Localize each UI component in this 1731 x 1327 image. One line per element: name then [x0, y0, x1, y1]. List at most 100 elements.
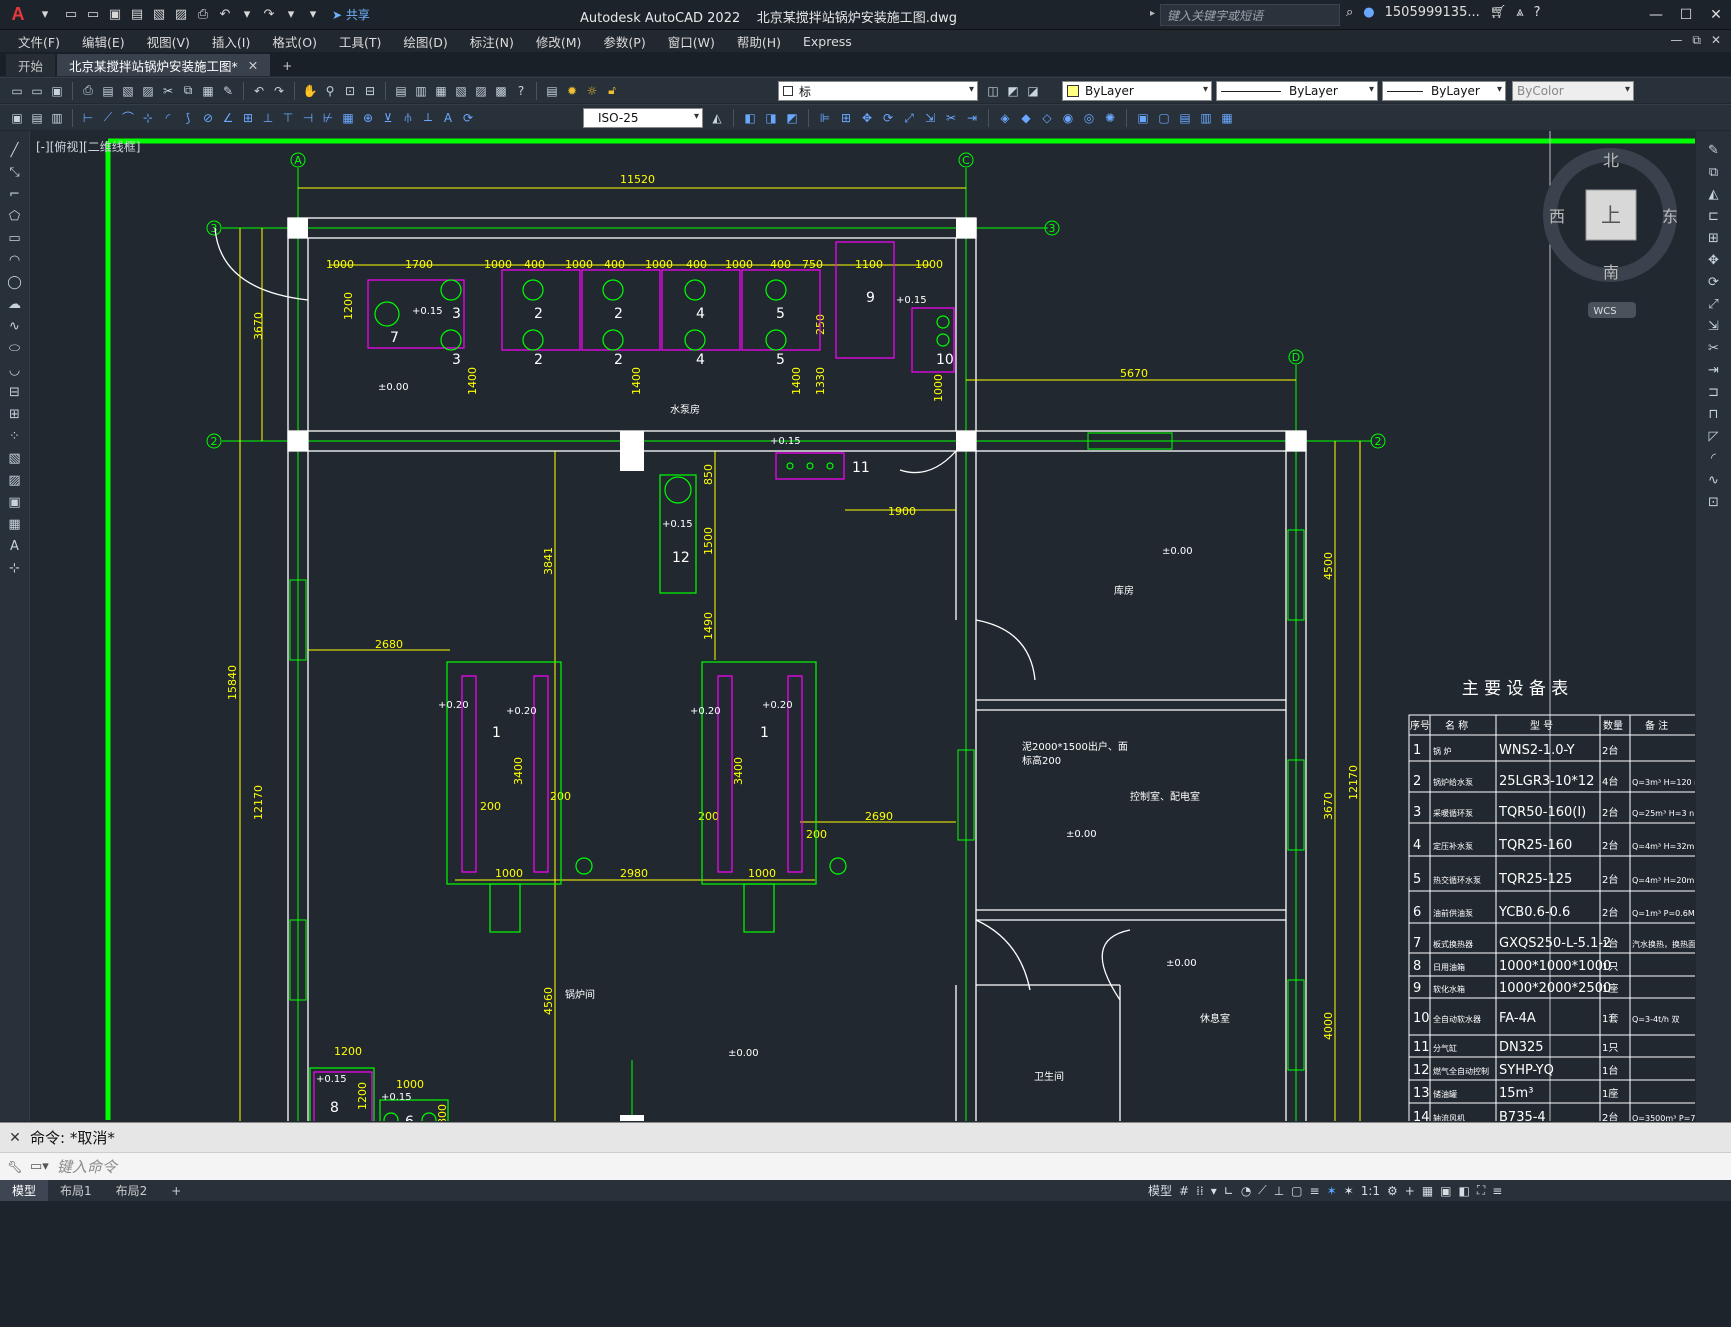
menu-edit[interactable]: 编辑(E) — [82, 32, 125, 51]
menu-format[interactable]: 格式(O) — [272, 32, 317, 51]
share-button[interactable]: ➤ 共享 — [332, 6, 370, 23]
array-icon[interactable]: ⊞ — [837, 109, 855, 127]
jogged-linear-icon[interactable]: ⫛ — [399, 109, 417, 127]
lineweight-icon[interactable]: ≡ — [1310, 1184, 1320, 1198]
sun-icon[interactable]: ☼ — [583, 82, 601, 100]
ortho-icon[interactable]: ∟ — [1224, 1184, 1234, 1198]
customize-icon[interactable]: ▾ — [304, 6, 322, 24]
line-icon[interactable]: ╱ — [5, 141, 25, 159]
help-icon[interactable]: ? — [512, 82, 530, 100]
preview-icon[interactable]: ▤ — [99, 82, 117, 100]
menu-help[interactable]: 帮助(H) — [737, 32, 781, 51]
make-current-icon[interactable]: ◫ — [984, 82, 1002, 100]
radius-icon[interactable]: ◜ — [159, 109, 177, 127]
snap-icon[interactable]: ⁞⁞ — [1196, 1184, 1204, 1198]
command-line[interactable]: 🔧︎ ▭▾ 键入命令 — [0, 1152, 1731, 1180]
dropdown-icon[interactable]: ▾ — [1211, 1184, 1217, 1198]
cut-icon[interactable]: ✂ — [159, 82, 177, 100]
mirror-icon[interactable]: ◭ — [1704, 185, 1724, 203]
model-space-button[interactable]: 模型 — [1148, 1182, 1172, 1199]
pan-icon[interactable]: ✋ — [301, 82, 319, 100]
center-mark-icon[interactable]: ⊕ — [359, 109, 377, 127]
plotstyle-dropdown[interactable]: ByColor ▾ — [1512, 81, 1634, 101]
break-icon[interactable]: ⊬ — [319, 109, 337, 127]
tab-drawing[interactable]: 北京某搅拌站锅炉安装施工图* ✕ — [57, 54, 271, 76]
redo-dropdown-icon[interactable]: ▾ — [282, 6, 300, 24]
save-as-icon[interactable]: ▤ — [128, 6, 146, 24]
gear-icon[interactable]: ⚙ — [1387, 1184, 1398, 1198]
tab-layout1[interactable]: 布局1 — [48, 1180, 104, 1201]
menu-insert[interactable]: 插入(I) — [212, 32, 250, 51]
zoom-realtime-icon[interactable]: ⚲ — [321, 82, 339, 100]
viewport-controls[interactable]: [-][俯视][二维线框] — [36, 138, 140, 155]
arc-icon[interactable]: ◠ — [5, 251, 25, 269]
explode-icon[interactable]: ⊡ — [1704, 493, 1724, 511]
break-icon[interactable]: ⊐ — [1704, 383, 1724, 401]
doc-restore-icon[interactable]: ⧉ — [1692, 33, 1701, 48]
3d-print-icon[interactable]: ▨ — [139, 82, 157, 100]
send-back-icon[interactable]: ▦ — [1218, 109, 1236, 127]
linetype-dropdown[interactable]: ByLayer ▾ — [1216, 81, 1378, 101]
group-icon[interactable]: ▣ — [1134, 109, 1152, 127]
markup-icon[interactable]: ▨ — [472, 82, 490, 100]
chevron-right-icon[interactable]: ▸ — [1150, 8, 1155, 19]
dropdown-icon[interactable]: ▾ — [36, 6, 54, 24]
scale-icon[interactable]: ⤢ — [1704, 295, 1724, 313]
bring-front-icon[interactable]: ▥ — [1197, 109, 1215, 127]
save-web-icon[interactable]: ▨ — [172, 6, 190, 24]
table-icon[interactable]: ▦ — [5, 515, 25, 533]
array-icon[interactable]: ⊞ — [1704, 229, 1724, 247]
dim-update-icon[interactable]: ⟳ — [459, 109, 477, 127]
new-icon[interactable]: ▭ — [62, 6, 80, 24]
maximize-icon[interactable]: ☐ — [1671, 0, 1701, 30]
make-block-icon[interactable]: ⊞ — [5, 405, 25, 423]
trim-icon[interactable]: ✂ — [1704, 339, 1724, 357]
jogged-icon[interactable]: ⟆ — [179, 109, 197, 127]
fillet-icon[interactable]: ◜ — [1704, 449, 1724, 467]
menu-view[interactable]: 视图(V) — [147, 32, 190, 51]
quick-dim-icon[interactable]: ⊞ — [239, 109, 257, 127]
stretch-icon[interactable]: ⇲ — [921, 109, 939, 127]
ordinate-icon[interactable]: ⊹ — [139, 109, 157, 127]
plot-icon[interactable]: ⎙ — [79, 82, 97, 100]
insert-block-icon[interactable]: ⊟ — [5, 383, 25, 401]
units-icon[interactable]: ▦ — [1422, 1184, 1433, 1198]
join-icon[interactable]: ◆ — [1017, 109, 1035, 127]
menu-file[interactable]: 文件(F) — [18, 32, 60, 51]
tab-model[interactable]: 模型 — [0, 1180, 49, 1201]
viewcube[interactable]: 上 北 南 东 西 WCS — [1543, 148, 1678, 318]
scale-icon[interactable]: ⤢ — [900, 109, 918, 127]
offset-icon[interactable]: ⊏ — [1704, 207, 1724, 225]
open-icon[interactable]: ▭ — [84, 6, 102, 24]
chamfer-icon[interactable]: ◸ — [1704, 427, 1724, 445]
quick-properties-icon[interactable]: ▣ — [1440, 1184, 1451, 1198]
tolerance-icon[interactable]: ▦ — [339, 109, 357, 127]
rotate-icon[interactable]: ⟳ — [879, 109, 897, 127]
wrench-icon[interactable]: 🔧︎ — [0, 1160, 30, 1174]
angular-icon[interactable]: ∠ — [219, 109, 237, 127]
viewcube-east[interactable]: 东 — [1662, 207, 1678, 226]
blend-icon[interactable]: ∿ — [1704, 471, 1724, 489]
polyline-icon[interactable]: ⌐ — [5, 185, 25, 203]
dim-style-icon[interactable]: ◭ — [708, 109, 726, 127]
open-web-icon[interactable]: ▧ — [150, 6, 168, 24]
ellipse-icon[interactable]: ⬭ — [5, 339, 25, 357]
viewcube-west[interactable]: 西 — [1549, 207, 1565, 226]
undo-icon[interactable]: ↶ — [250, 82, 268, 100]
point-icon[interactable]: ⁘ — [5, 427, 25, 445]
lock-icon[interactable]: 🔓︎ — [603, 82, 621, 100]
layer-walk-icon[interactable]: ▥ — [48, 109, 66, 127]
dim-text-edit-icon[interactable]: A — [439, 109, 457, 127]
undo-dropdown-icon[interactable]: ▾ — [238, 6, 256, 24]
command-input[interactable]: 键入命令 — [57, 1156, 117, 1177]
layer-tool-icon[interactable]: ▤ — [28, 109, 46, 127]
copy-icon[interactable]: ⧉ — [179, 82, 197, 100]
calculator-icon[interactable]: ▩ — [492, 82, 510, 100]
baseline-icon[interactable]: ⊥ — [259, 109, 277, 127]
draworder-icon[interactable]: ▤ — [1176, 109, 1194, 127]
arc-length-icon[interactable]: ⌒ — [119, 109, 137, 127]
viewcube-south[interactable]: 南 — [1603, 263, 1619, 282]
drawing-viewport[interactable]: A C D 3 3 2 2 1 1520 5670 15840 12170 36… — [31, 131, 1695, 1121]
scale-value[interactable]: 1:1 — [1361, 1184, 1380, 1198]
plot-icon[interactable]: ⎙ — [194, 6, 212, 24]
